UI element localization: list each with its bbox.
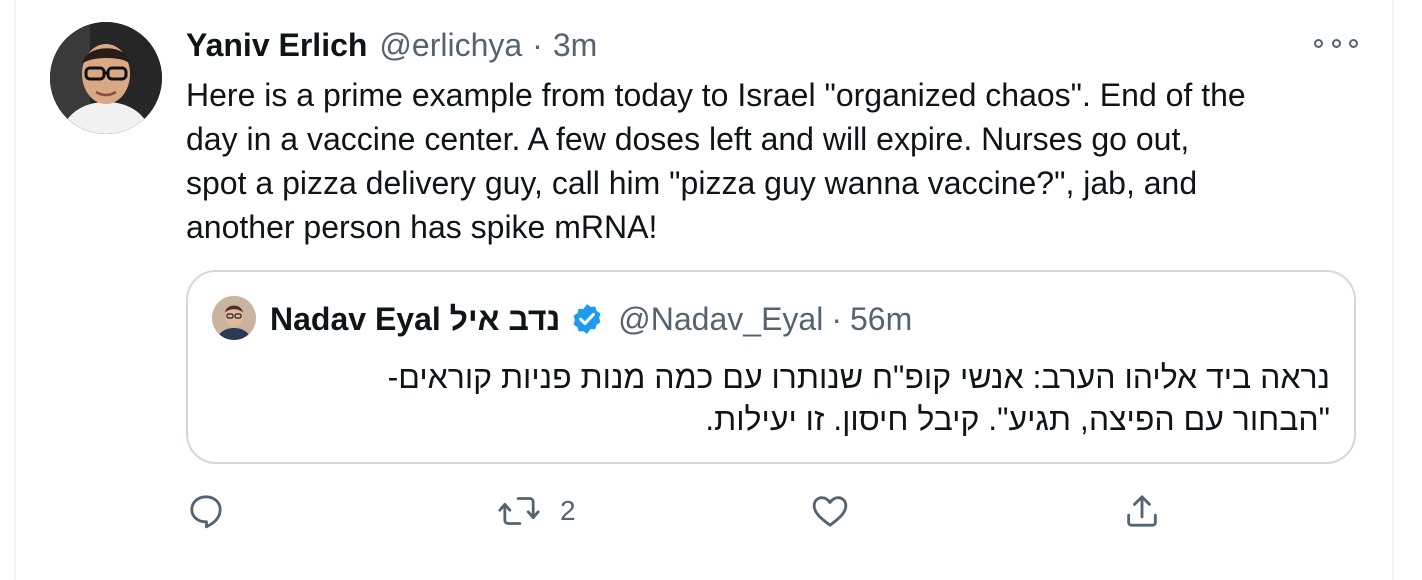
more-dot [1349,38,1358,48]
retweet-button[interactable]: 2 [496,488,576,534]
share-icon [1122,491,1162,531]
author-handle[interactable]: @erlichya [379,27,522,64]
retweet-icon [496,491,542,531]
verified-badge-icon [570,302,604,336]
quoted-author-avatar [212,296,256,340]
quoted-text-line: נראה ביד אליהו הערב: אנשי קופ"ח שנותרו ע… [387,359,1330,395]
tweet-text-line: spot a pizza delivery guy, call him "piz… [186,165,1198,201]
retweet-count: 2 [560,495,576,526]
quoted-tweet-text: נראה ביד אליהו הערב: אנשי קופ"ח שנותרו ע… [210,356,1330,440]
more-options-icon[interactable] [1314,32,1358,54]
heart-icon [810,491,850,531]
reply-button[interactable] [186,488,226,534]
tweet-header: Yaniv Erlich @erlichya · 3m [186,22,597,68]
tweet-timestamp[interactable]: 3m [553,27,597,64]
quoted-text-line: "הבחור עם הפיצה, תגיע". קיבל חיסון. זו י… [705,401,1330,437]
tweet-text-line: Here is a prime example from today to Is… [186,77,1246,113]
quoted-timestamp: 56m [849,300,913,337]
separator-dot: · [831,300,842,337]
tweet-text: Here is a prime example from today to Is… [186,73,1376,249]
more-dot [1331,38,1341,48]
author-name[interactable]: Yaniv Erlich [186,27,367,64]
like-button[interactable] [810,488,850,534]
card-right-border [1392,0,1394,580]
more-dot [1314,38,1323,48]
quoted-author-handle: @Nadav_Eyal [618,300,824,337]
share-button[interactable] [1122,488,1162,534]
reply-icon [186,491,226,531]
author-avatar[interactable] [50,22,162,134]
tweet-text-line: another person has spike mRNA! [186,209,658,245]
separator-dot: · [532,26,543,63]
quoted-author-name: Nadav Eyal נדב איל [270,300,561,337]
quoted-tweet-header: Nadav Eyal נדב איל @Nadav_Eyal · 56m [270,296,912,342]
tweet-text-line: day in a vaccine center. A few doses lef… [186,121,1190,157]
quoted-tweet[interactable]: Nadav Eyal נדב איל @Nadav_Eyal · 56m נרא… [186,270,1356,464]
card-left-border [14,0,16,580]
